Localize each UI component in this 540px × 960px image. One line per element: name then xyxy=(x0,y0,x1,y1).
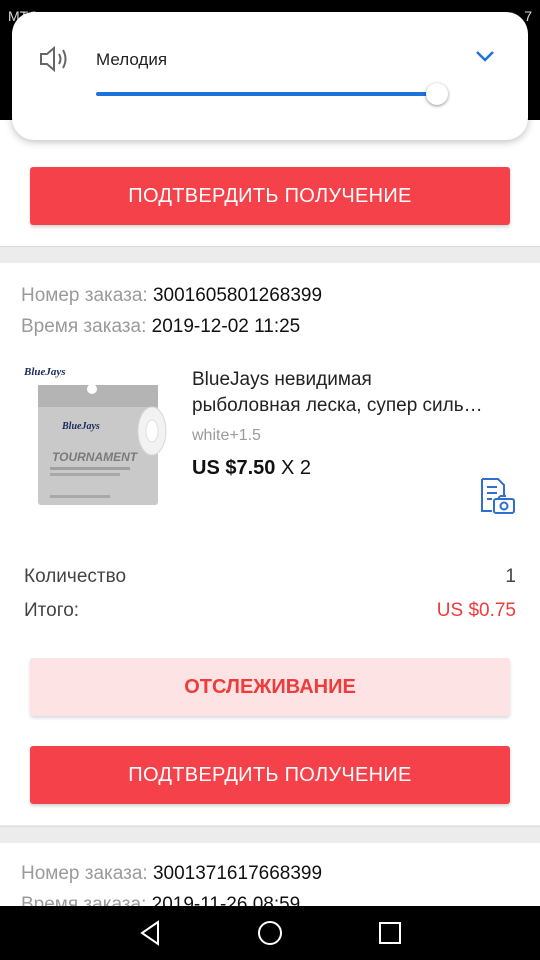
home-icon[interactable] xyxy=(256,918,284,953)
divider-2 xyxy=(0,826,540,843)
product-price: US $7.50 X 2 xyxy=(192,457,311,480)
speaker-icon[interactable] xyxy=(38,44,70,79)
photo-review-icon[interactable] xyxy=(478,477,516,515)
volume-panel: Мелодия xyxy=(12,12,528,140)
confirm-receipt-button-2[interactable]: ПОДТВЕРДИТЬ ПОЛУЧЕНИЕ xyxy=(30,746,510,804)
order-card: Номер заказа: 3001605801268399 Время зак… xyxy=(0,263,540,825)
product-price-value: US $7.50 xyxy=(192,457,276,479)
total-label: Итого: xyxy=(24,600,80,621)
order-number: Номер заказа: 3001605801268399 xyxy=(21,285,322,307)
order-card-next: Номер заказа: 3001371617668399 Время зак… xyxy=(0,843,540,915)
navigation-bar xyxy=(0,906,540,960)
total-value: US $0.75 xyxy=(436,600,516,621)
total-row: Итого: US $0.75 xyxy=(24,600,516,622)
quantity-value: 1 xyxy=(505,566,516,587)
product-title-line1: BlueJays невидимая xyxy=(192,369,372,390)
order-time-value: 2019-12-02 11:25 xyxy=(151,316,301,337)
product-image-text: TOURNAMENT xyxy=(52,450,139,464)
confirm-receipt-button[interactable]: ПОДТВЕРДИТЬ ПОЛУЧЕНИЕ xyxy=(30,167,510,225)
tracking-button[interactable]: ОТСЛЕЖИВАНИЕ xyxy=(30,658,510,716)
volume-stream-label: Мелодия xyxy=(96,50,168,69)
order-number-value-2[interactable]: 3001371617668399 xyxy=(153,863,322,884)
order-number-2: Номер заказа: 3001371617668399 xyxy=(21,863,322,885)
volume-slider-thumb[interactable] xyxy=(426,83,448,105)
quantity-row: Количество 1 xyxy=(24,566,516,588)
volume-slider-track[interactable] xyxy=(96,92,438,96)
order-number-label-2: Номер заказа: xyxy=(21,863,148,884)
recents-icon[interactable] xyxy=(376,918,404,953)
order-time-label: Время заказа: xyxy=(21,316,147,337)
product-variant: white+1.5 xyxy=(192,427,261,444)
order-number-label: Номер заказа: xyxy=(21,285,148,306)
product-image-brand: BlueJays xyxy=(23,366,66,378)
back-icon[interactable] xyxy=(136,918,164,953)
chevron-down-icon[interactable] xyxy=(474,48,496,69)
clock-label: 7 xyxy=(524,8,532,24)
product-image-brand-2: BlueJays xyxy=(61,421,100,432)
product-quantity: X 2 xyxy=(275,457,311,479)
product-title[interactable]: BlueJays невидимая рыболовная леска, суп… xyxy=(192,367,522,419)
divider xyxy=(0,246,540,263)
product-image[interactable]: BlueJays BlueJays TOURNAMENT xyxy=(22,363,176,513)
quantity-label: Количество xyxy=(24,566,127,587)
order-time: Время заказа: 2019-12-02 11:25 xyxy=(21,316,300,338)
product-title-line2: рыболовная леска, супер силь… xyxy=(192,395,483,416)
order-number-value[interactable]: 3001605801268399 xyxy=(153,285,322,306)
